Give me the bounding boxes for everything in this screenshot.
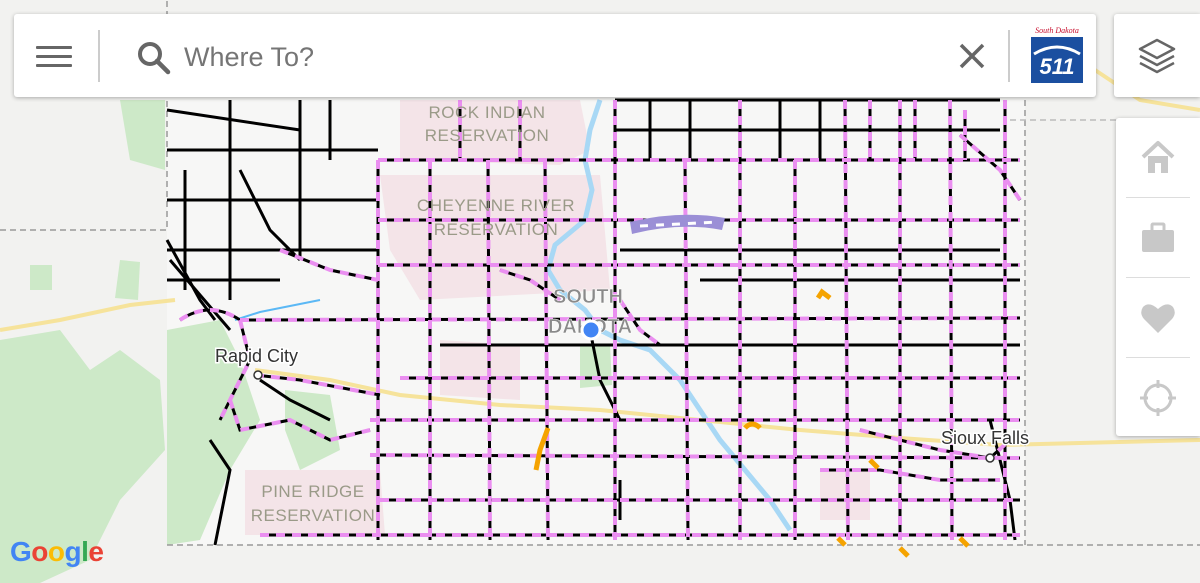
label-state-1: SOUTH: [553, 286, 623, 308]
rapid-city-marker: [253, 370, 263, 380]
label-pine-ridge-2: RESERVATION: [251, 506, 376, 525]
menu-icon: [36, 45, 72, 49]
label-rapid-city: Rapid City: [215, 346, 298, 366]
label-sioux-falls: Sioux Falls: [941, 428, 1029, 448]
logo-script: South Dakota: [1035, 26, 1079, 35]
locate-button[interactable]: [1116, 358, 1200, 438]
menu-button[interactable]: [36, 38, 72, 74]
google-wordmark: Google: [10, 536, 104, 567]
briefcase-button[interactable]: [1116, 198, 1200, 278]
home-icon: [1141, 141, 1175, 173]
label-rock-indian-1: ROCK INDIAN: [429, 103, 546, 122]
close-icon[interactable]: [954, 38, 990, 74]
briefcase-icon: [1142, 222, 1174, 252]
side-toolbar: [1116, 118, 1200, 436]
label-rock-indian-2: RESERVATION: [425, 126, 550, 145]
google-attribution: Google: [10, 536, 104, 568]
sioux-falls-marker: [985, 453, 995, 463]
heart-icon: [1141, 304, 1175, 333]
label-cheyenne-2: RESERVATION: [434, 220, 559, 239]
search-divider: [98, 30, 100, 82]
layers-button[interactable]: [1114, 14, 1200, 97]
label-pine-ridge-1: PINE RIDGE: [261, 482, 364, 501]
sd511-logo[interactable]: South Dakota 511: [1026, 24, 1088, 88]
current-location-marker[interactable]: [580, 319, 602, 341]
crosshair-icon: [1140, 380, 1176, 416]
favorites-button[interactable]: [1116, 278, 1200, 358]
search-input[interactable]: [182, 36, 946, 78]
logo-number: 511: [1039, 54, 1074, 79]
home-button[interactable]: [1116, 118, 1200, 198]
search-bar: South Dakota 511: [14, 14, 1096, 97]
label-cheyenne-1: CHEYENNE RIVER: [417, 196, 575, 215]
layers-icon: [1138, 38, 1176, 74]
logo-divider: [1008, 30, 1010, 82]
search-icon: [138, 42, 171, 75]
